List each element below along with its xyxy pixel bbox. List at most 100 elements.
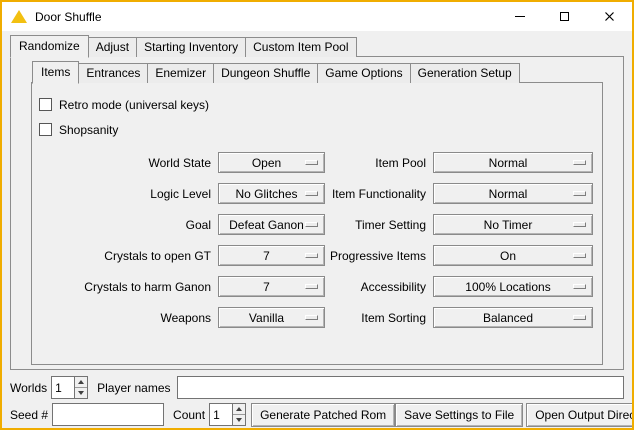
tab-randomize[interactable]: Randomize — [10, 35, 89, 58]
randomize-tab-pane: Items Entrances Enemizer Dungeon Shuffle… — [10, 56, 624, 370]
settings-row: Crystals to harm Ganon 7 Accessibility 1… — [32, 271, 602, 302]
timer-setting-dropdown[interactable]: No Timer — [433, 214, 593, 235]
dropdown-indicator-icon — [305, 222, 318, 227]
window-title: Door Shuffle — [35, 10, 102, 24]
dropdown-value: 100% Locations — [465, 280, 560, 294]
item-functionality-dropdown[interactable]: Normal — [433, 183, 593, 204]
dropdown-indicator-icon — [305, 160, 318, 165]
spin-down-button[interactable] — [75, 388, 87, 398]
crystals-harm-ganon-label: Crystals to harm Ganon — [32, 280, 218, 294]
title-bar: Door Shuffle — [2, 2, 632, 31]
dropdown-value: Balanced — [483, 311, 543, 325]
tab-dungeon-shuffle[interactable]: Dungeon Shuffle — [213, 63, 318, 83]
item-pool-dropdown[interactable]: Normal — [433, 152, 593, 173]
tab-items[interactable]: Items — [32, 61, 79, 84]
spin-buttons — [74, 376, 88, 399]
spin-up-icon — [236, 407, 242, 411]
close-icon — [604, 11, 615, 22]
worlds-input[interactable] — [51, 376, 75, 399]
retro-mode-label: Retro mode (universal keys) — [59, 98, 209, 112]
dropdown-indicator-icon — [573, 191, 586, 196]
tab-enemizer[interactable]: Enemizer — [147, 63, 214, 83]
worlds-spinbox — [51, 376, 88, 399]
checkbox-box-icon — [39, 98, 52, 111]
tab-generation-setup[interactable]: Generation Setup — [410, 63, 520, 83]
count-input[interactable] — [209, 403, 233, 426]
dropdown-value: Open — [252, 156, 291, 170]
progressive-items-label: Progressive Items — [325, 249, 433, 263]
count-label: Count — [173, 408, 205, 422]
settings-row: Goal Defeat Ganon Timer Setting No Timer — [32, 209, 602, 240]
save-settings-button[interactable]: Save Settings to File — [395, 403, 523, 427]
secondary-tab-bar: Items Entrances Enemizer Dungeon Shuffle… — [32, 61, 623, 83]
goal-label: Goal — [32, 218, 218, 232]
dropdown-value: Normal — [489, 187, 538, 201]
timer-setting-label: Timer Setting — [325, 218, 433, 232]
crystals-harm-ganon-dropdown[interactable]: 7 — [218, 276, 325, 297]
dropdown-indicator-icon — [573, 222, 586, 227]
worlds-row: Worlds Player names — [10, 376, 624, 399]
worlds-label: Worlds — [10, 381, 47, 395]
close-button[interactable] — [587, 2, 632, 31]
goal-dropdown[interactable]: Defeat Ganon — [218, 214, 325, 235]
crystals-open-gt-dropdown[interactable]: 7 — [218, 245, 325, 266]
player-names-input[interactable] — [177, 376, 625, 399]
spin-up-button[interactable] — [233, 404, 245, 415]
shopsanity-label: Shopsanity — [59, 123, 118, 137]
tab-adjust[interactable]: Adjust — [88, 37, 137, 57]
tab-starting-inventory[interactable]: Starting Inventory — [136, 37, 246, 57]
item-sorting-label: Item Sorting — [325, 311, 433, 325]
dropdown-indicator-icon — [305, 315, 318, 320]
spin-down-icon — [236, 418, 242, 422]
primary-tab-bar: Randomize Adjust Starting Inventory Cust… — [10, 35, 624, 57]
dropdown-value: 7 — [263, 249, 280, 263]
count-spinbox — [209, 403, 246, 426]
minimize-button[interactable] — [497, 2, 542, 31]
bottom-controls: Worlds Player names Seed # Count — [10, 376, 624, 426]
seed-input[interactable] — [52, 403, 164, 426]
dropdown-indicator-icon — [305, 284, 318, 289]
retro-mode-checkbox[interactable]: Retro mode (universal keys) — [39, 92, 602, 117]
maximize-button[interactable] — [542, 2, 587, 31]
dropdown-value: Normal — [489, 156, 538, 170]
logic-level-dropdown[interactable]: No Glitches — [218, 183, 325, 204]
seed-label: Seed # — [10, 408, 48, 422]
dropdown-value: Vanilla — [249, 311, 294, 325]
dropdown-value: No Timer — [484, 218, 543, 232]
weapons-dropdown[interactable]: Vanilla — [218, 307, 325, 328]
tab-entrances[interactable]: Entrances — [78, 63, 148, 83]
dropdown-indicator-icon — [305, 191, 318, 196]
settings-row: Logic Level No Glitches Item Functionali… — [32, 178, 602, 209]
tab-custom-item-pool[interactable]: Custom Item Pool — [245, 37, 356, 57]
spin-down-button[interactable] — [233, 415, 245, 425]
window-body: Randomize Adjust Starting Inventory Cust… — [2, 31, 632, 428]
spin-buttons — [232, 403, 246, 426]
spin-up-icon — [78, 380, 84, 384]
item-sorting-dropdown[interactable]: Balanced — [433, 307, 593, 328]
spin-up-button[interactable] — [75, 377, 87, 388]
dropdown-value: Defeat Ganon — [229, 218, 314, 232]
dropdown-value: 7 — [263, 280, 280, 294]
generate-patched-rom-button[interactable]: Generate Patched Rom — [251, 403, 395, 427]
accessibility-label: Accessibility — [325, 280, 433, 294]
logic-level-label: Logic Level — [32, 187, 218, 201]
player-names-label: Player names — [97, 381, 170, 395]
settings-row: Weapons Vanilla Item Sorting Balanced — [32, 302, 602, 333]
dropdown-indicator-icon — [573, 315, 586, 320]
world-state-dropdown[interactable]: Open — [218, 152, 325, 173]
items-tab-pane: Retro mode (universal keys) Shopsanity W… — [31, 82, 603, 365]
dropdown-value: No Glitches — [235, 187, 307, 201]
spin-down-icon — [78, 391, 84, 395]
tab-game-options[interactable]: Game Options — [317, 63, 410, 83]
maximize-icon — [560, 12, 569, 21]
open-output-directory-button[interactable]: Open Output Directory — [526, 403, 634, 427]
accessibility-dropdown[interactable]: 100% Locations — [433, 276, 593, 297]
seed-row: Seed # Count Generate Patched Rom Save S… — [10, 403, 624, 426]
item-functionality-label: Item Functionality — [325, 187, 433, 201]
progressive-items-dropdown[interactable]: On — [433, 245, 593, 266]
triforce-icon — [11, 10, 27, 23]
dropdown-indicator-icon — [573, 253, 586, 258]
crystals-open-gt-label: Crystals to open GT — [32, 249, 218, 263]
shopsanity-checkbox[interactable]: Shopsanity — [39, 117, 602, 142]
settings-grid: World State Open Item Pool Normal Logic … — [32, 147, 602, 333]
